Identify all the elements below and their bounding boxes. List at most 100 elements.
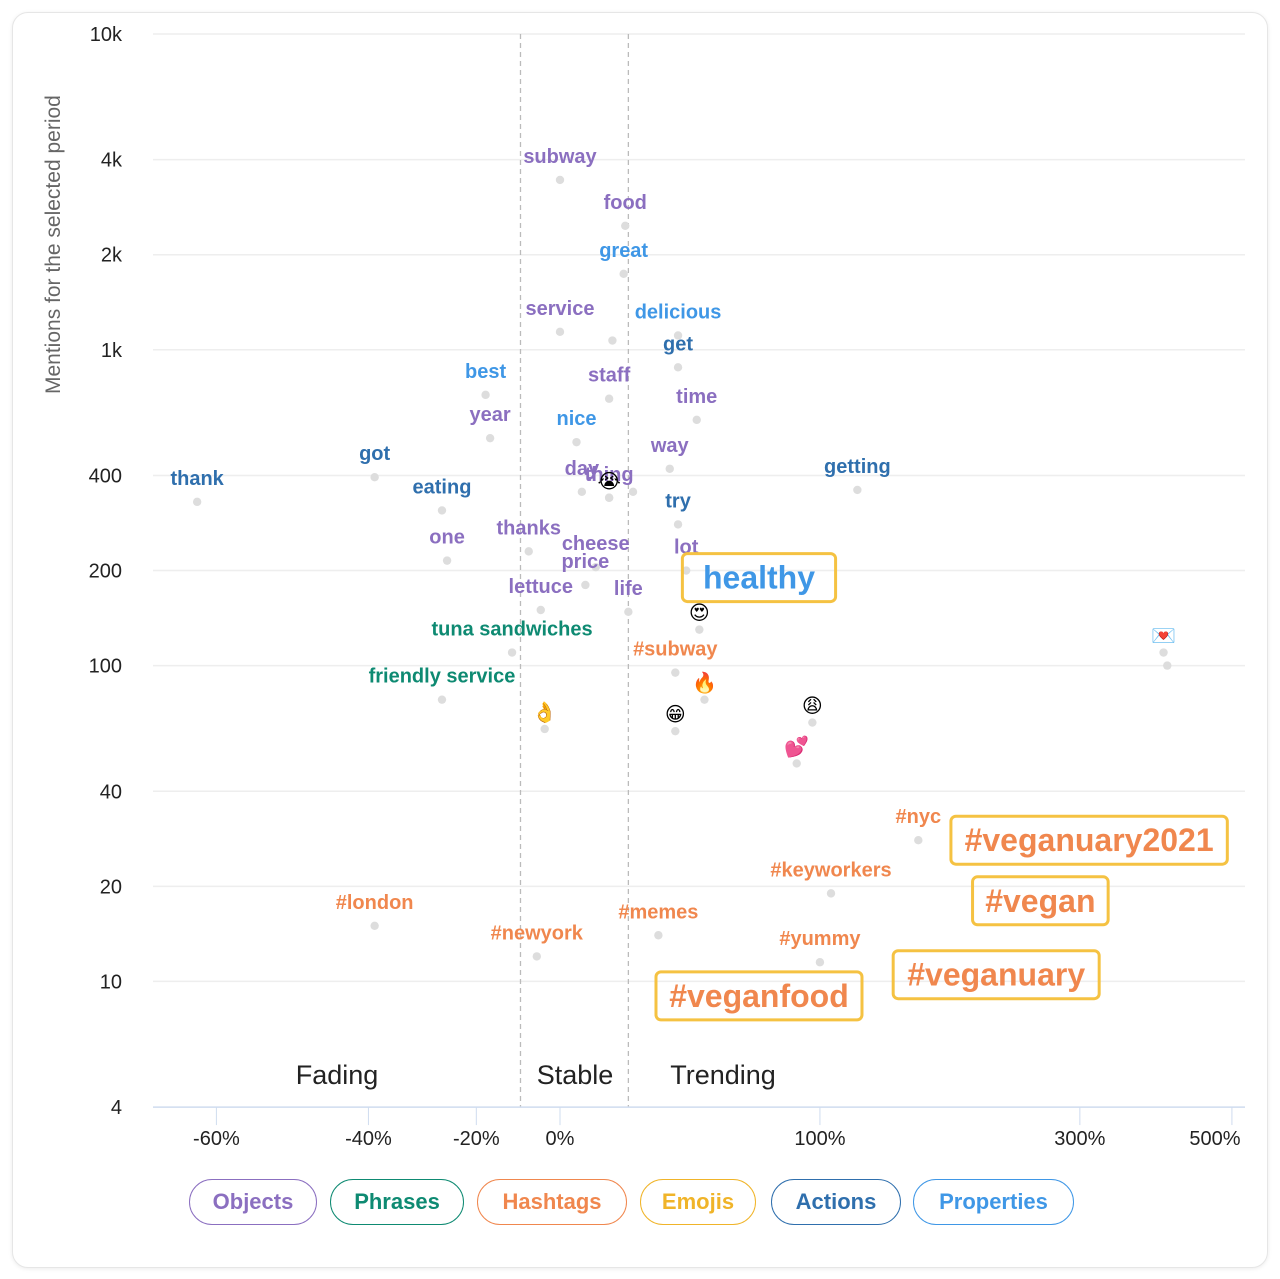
emoji-label: 😍 (689, 603, 710, 625)
data-point (481, 390, 490, 400)
data-point (572, 437, 581, 447)
data-point (536, 605, 545, 615)
point-label: lettuce (509, 576, 573, 598)
point-label: eating (413, 476, 472, 498)
point-label: #london (336, 892, 414, 914)
emoji-label: 💕 (784, 734, 809, 758)
data-point (442, 556, 452, 565)
y-tick-label: 40 (100, 781, 122, 803)
data-point (524, 547, 533, 556)
y-axis-label: Mentions for the selected period (42, 95, 65, 394)
emoji-label: 💌 (1151, 626, 1176, 648)
point-label: way (650, 435, 690, 457)
data-point (581, 580, 590, 590)
point-label: #yummy (779, 928, 861, 950)
legend-label: Objects (212, 1189, 294, 1214)
x-tick-label: -60% (193, 1128, 240, 1150)
data-point (604, 394, 614, 403)
y-tick-label: 2k (101, 245, 123, 267)
data-point (437, 506, 447, 515)
data-point (604, 493, 614, 502)
data-point (1159, 648, 1168, 657)
data-point (673, 363, 683, 372)
point-label: tuna sandwiches (431, 619, 592, 641)
point-label: try (665, 490, 691, 512)
data-point (532, 952, 541, 961)
data-point (624, 607, 633, 617)
zone-label-trending: Trending (670, 1060, 776, 1090)
zone-label-fading: Fading (296, 1060, 379, 1090)
data-point (485, 433, 495, 443)
data-point (555, 175, 565, 185)
data-point (370, 472, 379, 482)
data-point (577, 487, 587, 497)
data-point (621, 221, 630, 230)
y-tick-label: 10k (90, 24, 123, 46)
point-label: got (359, 443, 390, 465)
x-tick-label: -40% (345, 1128, 392, 1150)
y-tick-label: 4k (101, 150, 123, 172)
legend-label: Properties (939, 1189, 1048, 1214)
point-label: food (604, 192, 647, 214)
legend-toggle-objects[interactable]: Objects (189, 1179, 317, 1225)
legend-toggle-emojis[interactable]: Emojis (640, 1179, 756, 1225)
data-point (370, 921, 379, 930)
point-label: thanks (496, 517, 560, 539)
emoji-label: 😭 (597, 471, 620, 493)
point-label: getting (824, 456, 891, 478)
data-point (507, 648, 517, 657)
point-label: price (561, 551, 609, 573)
legend-toggle-hashtags[interactable]: Hashtags (477, 1179, 627, 1225)
point-label: service (526, 298, 595, 320)
highlighted-label: #vegan (985, 883, 1095, 919)
point-label: best (465, 361, 506, 383)
scatter-chart: 10k 4k 2k 1k 400 200 100 40 20 10 4 -60% -40% -20% 0%… (42, 24, 1245, 1150)
highlighted-label: #veganuary (907, 957, 1085, 993)
x-tick-label: 500% (1189, 1128, 1240, 1150)
data-point (692, 415, 701, 425)
data-point (608, 336, 617, 345)
point-label: life (614, 578, 643, 600)
y-tick-label: 400 (89, 465, 122, 487)
point-label: #keyworkers (770, 859, 891, 881)
point-label: #subway (633, 639, 718, 661)
y-tick-label: 200 (89, 561, 122, 583)
data-point (792, 759, 801, 768)
data-point (808, 718, 817, 727)
point-label: great (599, 240, 648, 262)
y-tick-label: 100 (89, 656, 122, 678)
point-labels: subway food great service delicious get best st… (170, 146, 1229, 1022)
category-legend: Objects Phrases Hashtags Emojis Actions Prope… (0, 1179, 1280, 1229)
point-label: #nyc (896, 806, 942, 828)
emoji-label: 😁 (665, 704, 686, 726)
point-label: nice (556, 408, 596, 430)
legend-toggle-actions[interactable]: Actions (771, 1179, 901, 1225)
x-tick-label: 100% (794, 1128, 845, 1150)
point-label: subway (523, 146, 597, 168)
point-label: time (676, 386, 717, 408)
data-point (671, 668, 680, 677)
zone-labels: Fading Stable Trending (296, 1060, 776, 1090)
y-axis: 10k 4k 2k 1k 400 200 100 40 20 10 4 (89, 24, 123, 1119)
legend-label: Phrases (354, 1189, 440, 1214)
data-point (192, 497, 202, 507)
highlighted-label: healthy (703, 560, 815, 596)
highlighted-label: #veganfood (669, 978, 849, 1014)
point-label: get (663, 333, 693, 355)
data-point (628, 487, 638, 497)
data-point (437, 695, 447, 704)
data-point (853, 485, 862, 495)
zone-label-stable: Stable (537, 1060, 614, 1090)
highlighted-label: #veganuary2021 (965, 822, 1214, 858)
point-label: #memes (618, 901, 698, 923)
emoji-label: 👌 (532, 701, 557, 724)
point-label: staff (588, 365, 631, 387)
legend-toggle-phrases[interactable]: Phrases (330, 1179, 464, 1225)
x-tick-label: 0% (546, 1128, 575, 1150)
data-point (540, 724, 549, 734)
legend-toggle-properties[interactable]: Properties (913, 1179, 1074, 1225)
y-tick-label: 10 (100, 971, 122, 993)
y-tick-label: 1k (101, 340, 123, 362)
y-tick-label: 4 (111, 1097, 122, 1119)
x-axis: -60% -40% -20% 0% 100% 300% 500% (153, 1106, 1245, 1150)
